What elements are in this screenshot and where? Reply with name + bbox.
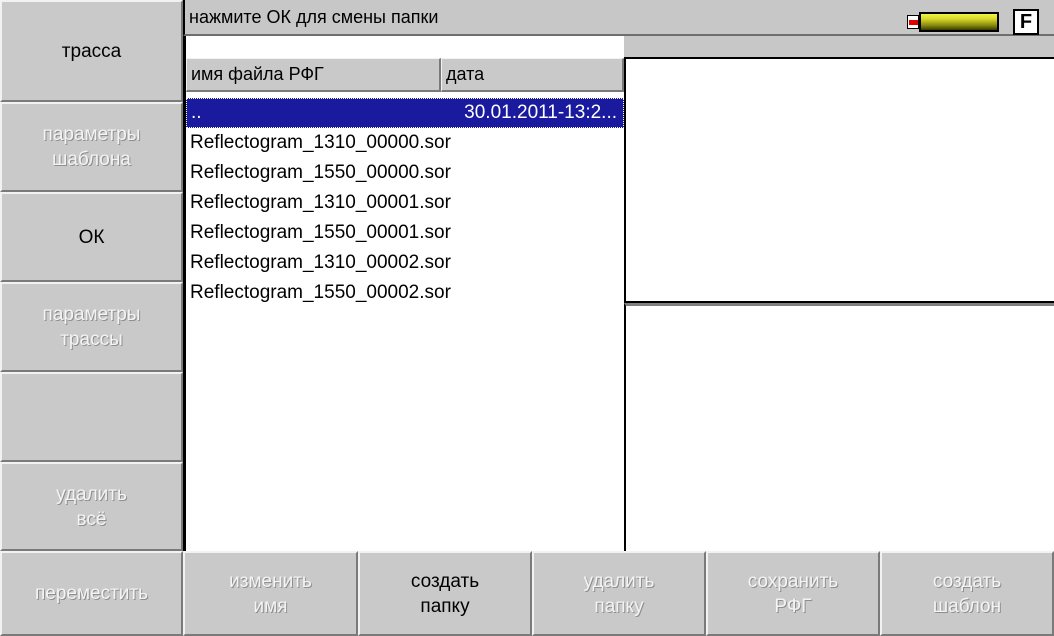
list-item[interactable]: Reflectogram_1550_00001.sor [186,218,624,248]
battery-low-indicator [907,15,919,29]
delete-all-button[interactable]: удалить всё [0,462,183,551]
file-name: Reflectogram_1310_00000.sor [190,132,451,153]
file-name: Reflectogram_1310_00001.sor [190,192,451,213]
rename-button[interactable]: изменить имя [183,551,358,636]
hint-text: нажмите ОК для смены папки [189,7,439,27]
trace-button[interactable]: трасса [0,0,183,102]
column-header-date[interactable]: дата [441,58,624,92]
file-list: .. 30.01.2011-13:2... Reflectogram_1310_… [186,98,624,308]
empty-softkey[interactable] [0,372,183,462]
file-name: Reflectogram_1310_00002.sor [190,252,451,273]
create-folder-button[interactable]: создать папку [358,551,532,636]
file-list-panel: имя файла РФГ дата .. 30.01.2011-13:2...… [183,36,624,551]
file-date: 30.01.2011-13:2... [464,102,617,123]
list-item[interactable]: Reflectogram_1310_00000.sor [186,128,624,158]
trace-preview-pane [624,57,1054,303]
trace-params-button[interactable]: параметры трассы [0,282,183,372]
list-item[interactable]: Reflectogram_1310_00002.sor [186,248,624,278]
move-button[interactable]: переместить [0,551,183,636]
list-item[interactable]: Reflectogram_1310_00001.sor [186,188,624,218]
template-params-button[interactable]: параметры шаблона [0,102,183,192]
ok-button[interactable]: ОК [0,192,183,282]
create-template-button[interactable]: создать шаблон [880,551,1054,636]
list-item[interactable]: Reflectogram_1550_00000.sor [186,158,624,188]
status-bar: нажмите ОК для смены папки F [183,0,1054,36]
info-preview-pane [624,303,1054,551]
list-item-parent-folder[interactable]: .. 30.01.2011-13:2... [186,98,624,128]
delete-folder-button[interactable]: удалить папку [532,551,706,636]
save-rfg-button[interactable]: сохранить РФГ [706,551,880,636]
file-name: Reflectogram_1550_00002.sor [190,282,451,303]
battery-icon [919,12,999,32]
file-name: .. [191,102,202,123]
function-key-icon[interactable]: F [1013,9,1039,35]
file-name: Reflectogram_1550_00000.sor [190,162,451,183]
list-item[interactable]: Reflectogram_1550_00002.sor [186,278,624,308]
file-name: Reflectogram_1550_00001.sor [190,222,451,243]
column-header-name[interactable]: имя файла РФГ [186,58,441,92]
